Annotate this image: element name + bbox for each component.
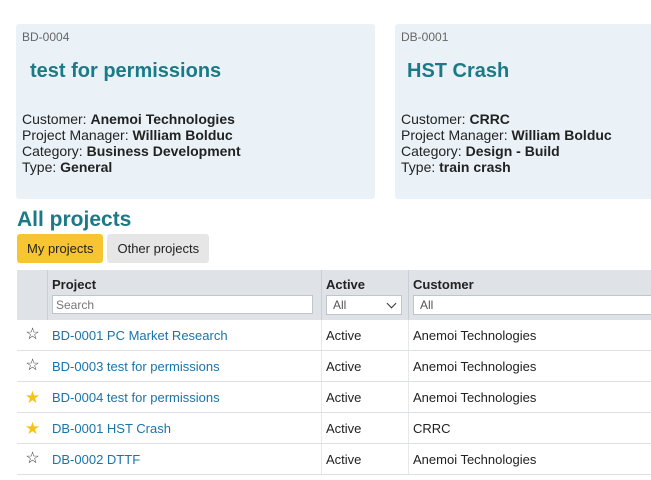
header-customer: Customer All <box>409 270 651 320</box>
active-cell: Active <box>322 444 409 474</box>
column-header-active[interactable]: Active <box>326 277 404 294</box>
tab-other-projects[interactable]: Other projects <box>107 234 210 263</box>
category-label: Category: <box>401 143 462 159</box>
table-row[interactable]: ☆ DB-0002 DTTF Active Anemoi Technologies <box>17 444 651 475</box>
project-link[interactable]: BD-0001 PC Market Research <box>52 328 228 343</box>
section-title: All projects <box>17 208 132 231</box>
column-header-customer[interactable]: Customer <box>413 277 651 294</box>
type-label: Type: <box>22 159 57 175</box>
customer-value: Anemoi Technologies <box>90 111 235 127</box>
card-title[interactable]: HST Crash <box>407 60 649 90</box>
active-filter-value: All <box>333 298 347 312</box>
customer-cell: CRRC <box>413 420 451 436</box>
card-category-line: Category: Design - Build <box>401 143 649 159</box>
star-outline-icon[interactable]: ☆ <box>25 451 39 467</box>
active-cell: Active <box>322 320 409 350</box>
star-outline-icon[interactable]: ☆ <box>25 327 39 343</box>
project-link[interactable]: DB-0002 DTTF <box>52 452 140 467</box>
customer-cell: Anemoi Technologies <box>413 327 537 343</box>
customer-value: CRRC <box>469 111 510 127</box>
table-row[interactable]: ★ DB-0001 HST Crash Active CRRC <box>17 413 651 444</box>
project-search-input[interactable] <box>52 295 313 314</box>
card-customer-line: Customer: Anemoi Technologies <box>22 111 369 127</box>
project-link[interactable]: BD-0003 test for permissions <box>52 359 220 374</box>
customer-cell: Anemoi Technologies <box>413 451 537 467</box>
customer-cell: Anemoi Technologies <box>413 389 537 405</box>
project-link[interactable]: DB-0001 HST Crash <box>52 421 171 436</box>
card-title[interactable]: test for permissions <box>30 60 369 90</box>
header-active: Active All <box>322 270 409 320</box>
project-cell: BD-0001 PC Market Research <box>48 320 322 350</box>
project-link[interactable]: BD-0004 test for permissions <box>52 390 220 405</box>
card-code: BD-0004 <box>22 30 70 44</box>
header-project: Project <box>48 270 322 320</box>
customer-cell: Anemoi Technologies <box>413 358 537 374</box>
project-card-db-0001[interactable]: DB-0001 HST Crash Customer: CRRC Project… <box>395 24 651 199</box>
tab-my-projects[interactable]: My projects <box>17 234 104 263</box>
star-outline-icon[interactable]: ☆ <box>25 358 39 374</box>
category-label: Category: <box>22 143 83 159</box>
grid-header: Project Active All Customer All <box>17 270 651 320</box>
chevron-down-icon <box>386 298 397 308</box>
pm-value: William Bolduc <box>132 127 233 143</box>
active-cell: Active <box>322 413 409 443</box>
project-cell: BD-0003 test for permissions <box>48 351 322 381</box>
project-cell: DB-0001 HST Crash <box>48 413 322 443</box>
customer-filter-select[interactable]: All <box>413 295 651 315</box>
grid-body: ☆ BD-0001 PC Market Research Active Anemoi … <box>17 320 651 475</box>
card-code: DB-0001 <box>401 30 449 44</box>
customer-label: Customer: <box>401 111 466 127</box>
customer-filter-value: All <box>420 298 434 312</box>
favorite-cell: ★ <box>17 382 48 412</box>
card-pm-line: Project Manager: William Bolduc <box>401 127 649 143</box>
active-cell: Active <box>322 351 409 381</box>
card-category-line: Category: Business Development <box>22 143 369 159</box>
category-value: Design - Build <box>465 143 560 159</box>
star-filled-icon[interactable]: ★ <box>25 389 40 406</box>
favorite-cell: ☆ <box>17 444 48 474</box>
pm-label: Project Manager: <box>22 127 129 143</box>
card-type-line: Type: General <box>22 159 369 175</box>
projects-grid: Project Active All Customer All ☆ BD-0001… <box>17 270 651 475</box>
column-header-project[interactable]: Project <box>52 277 317 294</box>
favorite-cell: ☆ <box>17 351 48 381</box>
card-details: Customer: CRRC Project Manager: William … <box>401 111 649 175</box>
project-cell: BD-0004 test for permissions <box>48 382 322 412</box>
type-label: Type: <box>401 159 436 175</box>
table-row[interactable]: ★ BD-0004 test for permissions Active Anemo… <box>17 382 651 413</box>
type-value: General <box>60 159 113 175</box>
card-details: Customer: Anemoi Technologies Project Ma… <box>22 111 369 175</box>
project-tabs: My projects Other projects <box>17 234 210 263</box>
card-customer-line: Customer: CRRC <box>401 111 649 127</box>
star-filled-icon[interactable]: ★ <box>25 420 40 437</box>
active-cell: Active <box>322 382 409 412</box>
favorite-cell: ☆ <box>17 320 48 350</box>
category-value: Business Development <box>86 143 241 159</box>
card-type-line: Type: train crash <box>401 159 649 175</box>
active-filter-select[interactable]: All <box>326 295 402 315</box>
customer-label: Customer: <box>22 111 87 127</box>
favorite-cell: ★ <box>17 413 48 443</box>
pm-value: William Bolduc <box>511 127 612 143</box>
pm-label: Project Manager: <box>401 127 508 143</box>
project-card-bd-0004[interactable]: BD-0004 test for permissions Customer: A… <box>16 24 375 199</box>
table-row[interactable]: ☆ BD-0003 test for permissions Active Anemo… <box>17 351 651 382</box>
project-cell: DB-0002 DTTF <box>48 444 322 474</box>
card-pm-line: Project Manager: William Bolduc <box>22 127 369 143</box>
header-star-column <box>17 270 48 320</box>
type-value: train crash <box>439 159 511 175</box>
table-row[interactable]: ☆ BD-0001 PC Market Research Active Anemoi … <box>17 320 651 351</box>
